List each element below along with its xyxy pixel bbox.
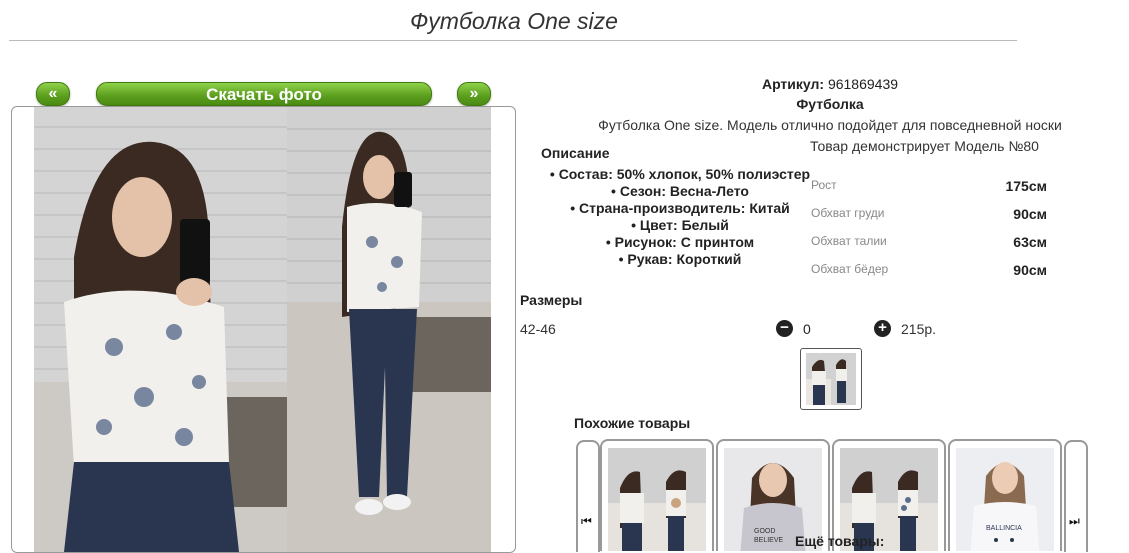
param-row-height: Рост 175см — [811, 178, 1051, 206]
carousel-next-button[interactable]: ⏭ — [1064, 440, 1088, 552]
product-description: Футболка One size. Модель отлично подойд… — [598, 117, 1062, 133]
description-item: Рукав: Короткий — [520, 251, 840, 268]
increase-quantity-button[interactable]: + — [874, 320, 891, 337]
size-label: 42-46 — [520, 321, 556, 337]
quantity-value: 0 — [803, 321, 811, 337]
page-title: Футболка One size — [410, 8, 618, 34]
description-heading: Описание — [541, 145, 610, 161]
model-params: Рост 175см Обхват груди 90см Обхват тали… — [811, 178, 1051, 290]
title-divider — [9, 40, 1017, 41]
skip-forward-icon: ⏭ — [1069, 514, 1080, 528]
sizes-heading: Размеры — [520, 292, 583, 308]
description-item: Сезон: Весна-Лето — [520, 183, 840, 200]
param-label: Обхват груди — [811, 206, 885, 220]
product-type: Футболка — [796, 96, 864, 112]
param-value: 63см — [1013, 234, 1047, 250]
model-note: Товар демонстрирует Модель №80 — [810, 138, 1039, 154]
param-row-waist: Обхват талии 63см — [811, 234, 1051, 262]
param-value: 175см — [1005, 178, 1047, 194]
similar-product-card[interactable] — [600, 439, 714, 551]
similar-products-heading: Похожие товары — [574, 415, 691, 431]
price-value: 215р. — [901, 321, 937, 337]
svg-text:BALLINCIA: BALLINCIA — [986, 525, 1022, 532]
param-value: 90см — [1013, 262, 1047, 278]
decrease-quantity-button[interactable]: − — [776, 320, 793, 337]
product-thumbnail[interactable] — [800, 348, 862, 410]
product-photo-main[interactable] — [34, 107, 287, 552]
download-photo-button[interactable]: Скачать фото — [96, 82, 432, 106]
description-item: Цвет: Белый — [520, 217, 840, 234]
similar-product-card[interactable]: BALLINCIA — [948, 439, 1062, 551]
product-photo-frame — [11, 106, 516, 553]
param-label: Рост — [811, 178, 837, 192]
param-label: Обхват талии — [811, 234, 887, 248]
description-item: Состав: 50% хлопок, 50% полиэстер — [520, 166, 840, 183]
description-list: Состав: 50% хлопок, 50% полиэстер Сезон:… — [520, 166, 840, 268]
product-photo-secondary[interactable] — [287, 107, 491, 552]
article-line: Артикул: 961869439 — [520, 76, 1129, 92]
more-products-label: Ещё товары: — [795, 533, 885, 549]
param-value: 90см — [1013, 206, 1047, 222]
description-item: Страна-производитель: Китай — [520, 200, 840, 217]
skip-back-icon: ⏮ — [581, 514, 592, 528]
article-label: Артикул: — [761, 76, 825, 92]
param-row-chest: Обхват груди 90см — [811, 206, 1051, 234]
prev-photo-button[interactable]: « — [36, 82, 70, 106]
next-photo-button[interactable]: » — [457, 82, 491, 106]
description-item: Рисунок: С принтом — [520, 234, 840, 251]
param-row-hips: Обхват бёдер 90см — [811, 262, 1051, 290]
article-value: 961869439 — [827, 76, 899, 92]
svg-text:GOOD: GOOD — [754, 528, 775, 535]
param-label: Обхват бёдер — [811, 262, 889, 276]
carousel-prev-button[interactable]: ⏮ — [576, 440, 600, 552]
